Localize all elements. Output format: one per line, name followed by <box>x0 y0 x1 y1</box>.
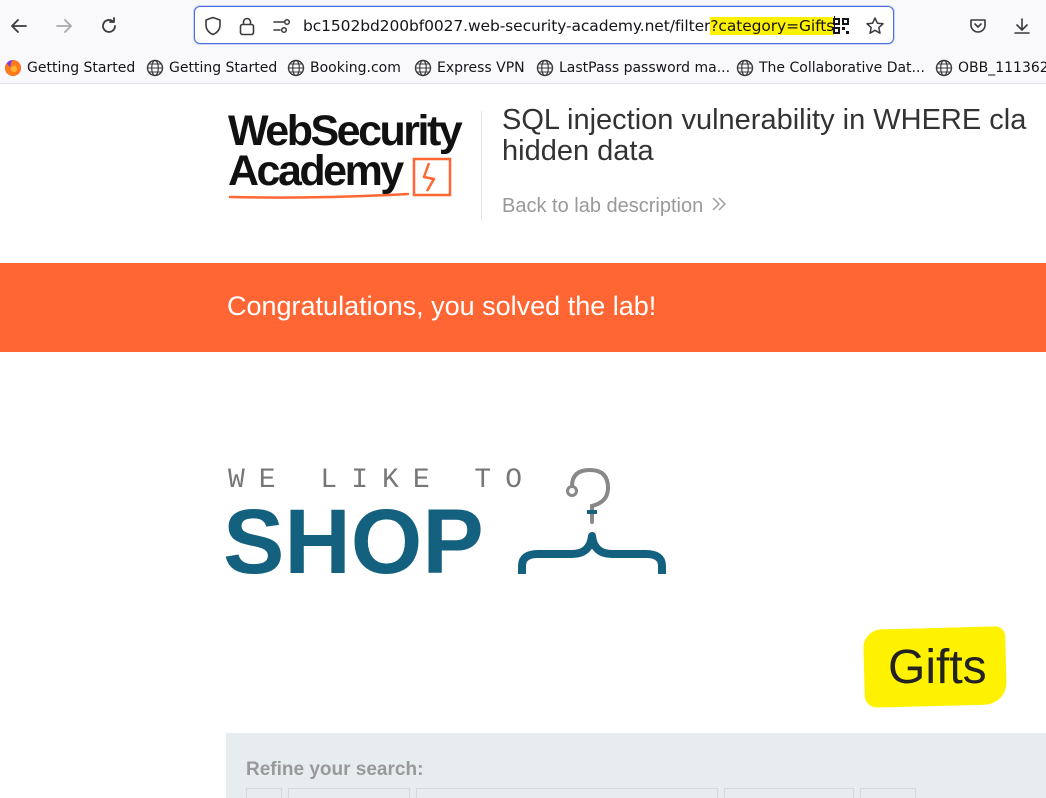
logo-flash-icon <box>228 157 452 199</box>
url-host-path: bc1502bd200bf0027.web-security-academy.n… <box>303 17 711 35</box>
lab-header: WebSecurity Academy SQL injection vulner… <box>0 85 1046 263</box>
hanger-icon <box>518 467 666 574</box>
web-security-academy-logo[interactable]: WebSecurity Academy <box>228 110 478 201</box>
bookmarks-bar: Getting Started Getting Started Booking.… <box>0 52 1046 84</box>
bookmark-label: Booking.com <box>310 60 401 76</box>
filter-tab[interactable] <box>860 788 916 798</box>
refine-search-label: Refine your search: <box>246 759 424 780</box>
url-text[interactable]: bc1502bd200bf0027.web-security-academy.n… <box>303 16 836 35</box>
bookmark-item[interactable]: LastPass password ma... <box>536 58 730 78</box>
firefox-icon <box>4 59 22 77</box>
bookmark-label: LastPass password ma... <box>559 60 731 76</box>
bookmark-star-icon[interactable] <box>865 16 885 36</box>
bookmark-label: Getting Started <box>169 60 278 76</box>
shield-icon[interactable] <box>203 16 223 36</box>
filter-tab[interactable] <box>246 788 282 798</box>
lab-title: SQL injection vulnerability in WHERE cla… <box>502 105 1046 167</box>
download-icon[interactable] <box>1006 10 1038 42</box>
lab-title-line-2: hidden data <box>502 135 654 167</box>
bookmark-item[interactable]: OBB_1113626 <box>935 58 1046 78</box>
url-bar[interactable]: bc1502bd200bf0027.web-security-academy.n… <box>194 6 894 44</box>
browser-toolbar: bc1502bd200bf0027.web-security-academy.n… <box>0 0 1046 52</box>
bookmark-label: OBB_1113626 <box>958 60 1046 76</box>
globe-icon <box>736 59 754 77</box>
bookmark-item[interactable]: Booking.com <box>287 58 401 78</box>
globe-icon <box>287 59 305 77</box>
back-arrow-icon[interactable] <box>3 10 35 42</box>
shop-logo-word: SHOP <box>223 491 484 593</box>
reload-icon[interactable] <box>93 10 125 42</box>
refine-search-panel: Refine your search: <box>226 733 1046 798</box>
filter-tab[interactable] <box>416 788 718 798</box>
double-chevron-right-icon <box>711 195 727 218</box>
permissions-icon[interactable] <box>272 16 292 36</box>
solved-banner: Congratulations, you solved the lab! <box>0 263 1046 352</box>
bookmark-item[interactable]: Express VPN <box>414 58 525 78</box>
bookmark-item[interactable]: The Collaborative Dat... <box>736 58 925 78</box>
lab-title-line-1: SQL injection vulnerability in WHERE cla <box>502 104 1027 136</box>
category-heading: Gifts <box>888 641 987 694</box>
qr-code-icon[interactable] <box>831 16 851 36</box>
globe-icon <box>146 59 164 77</box>
url-query-highlight: ?category=Gifts <box>710 17 835 35</box>
bookmark-label: The Collaborative Dat... <box>759 60 925 76</box>
globe-icon <box>414 59 432 77</box>
bookmark-item[interactable]: Getting Started <box>146 58 277 78</box>
bookmark-item[interactable]: Getting Started <box>4 58 135 78</box>
solved-banner-text: Congratulations, you solved the lab! <box>227 291 657 321</box>
filter-tab[interactable] <box>288 788 410 798</box>
forward-arrow-icon[interactable] <box>48 10 80 42</box>
header-divider <box>481 111 482 221</box>
globe-icon <box>536 59 554 77</box>
filter-tab[interactable] <box>724 788 854 798</box>
globe-icon <box>935 59 953 77</box>
back-link-label: Back to lab description <box>502 195 704 217</box>
pocket-icon[interactable] <box>962 10 994 42</box>
back-to-lab-description-link[interactable]: Back to lab description <box>502 195 727 218</box>
bookmark-label: Getting Started <box>27 60 136 76</box>
lock-icon[interactable] <box>237 16 257 36</box>
bookmark-label: Express VPN <box>437 60 525 76</box>
